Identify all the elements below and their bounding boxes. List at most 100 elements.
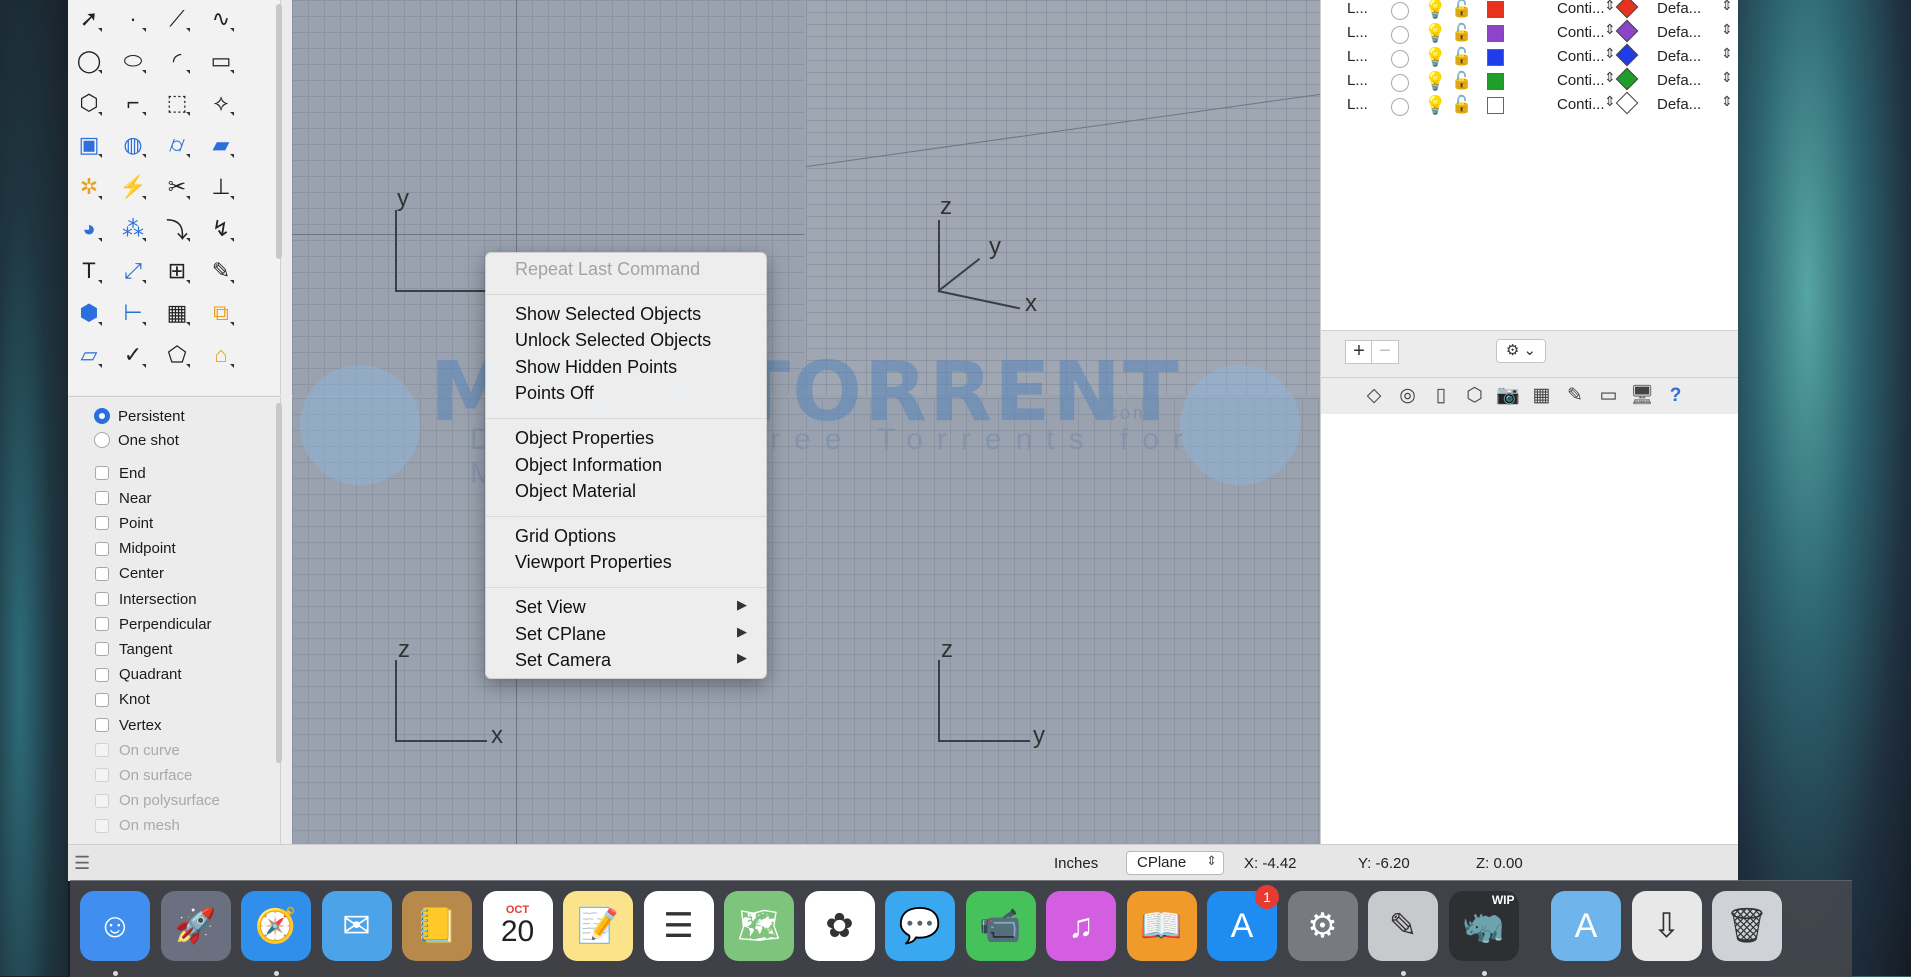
checkbox[interactable] xyxy=(95,617,109,632)
osnap-item-vertex[interactable]: Vertex xyxy=(95,714,162,736)
osnap-scrollbar[interactable] xyxy=(276,403,282,763)
osnap-item-perpendicular[interactable]: Perpendicular xyxy=(95,613,212,635)
layer-row[interactable]: L... 💡 🔓 Conti... ⇕ Defa... ⇕ xyxy=(1321,67,1738,94)
radio-button[interactable] xyxy=(94,408,110,424)
osnap-item-center[interactable]: Center xyxy=(95,563,164,585)
linetype[interactable]: Conti... xyxy=(1557,24,1605,41)
current-layer-radio[interactable] xyxy=(1391,98,1409,116)
lock-icon[interactable]: 🔓 xyxy=(1451,95,1472,115)
checkbox[interactable] xyxy=(95,692,109,707)
surface-pt-icon[interactable]: ⬚ xyxy=(160,86,194,120)
current-layer-radio[interactable] xyxy=(1391,74,1409,92)
updown-chevron-icon[interactable]: ⇕ xyxy=(1604,0,1616,14)
mail-icon[interactable]: ✉ xyxy=(321,891,392,961)
mirror-icon[interactable]: ⧉ xyxy=(204,296,238,330)
checkbox[interactable] xyxy=(95,516,109,531)
layer-row[interactable]: L... 💡 🔓 Conti... ⇕ Defa... ⇕ xyxy=(1321,19,1738,46)
checkbox[interactable] xyxy=(95,718,109,732)
updown-chevron-icon[interactable]: ⇕ xyxy=(1604,93,1616,110)
layer-color-swatch[interactable] xyxy=(1487,97,1504,114)
layer-name[interactable]: L... xyxy=(1347,48,1368,65)
remove-layer-button[interactable]: − xyxy=(1371,340,1399,364)
cube-icon[interactable]: ⬡ xyxy=(1462,384,1488,408)
menu-item-set-view[interactable]: Set View ▶ xyxy=(515,597,765,619)
rebuild-icon[interactable]: ⤵ xyxy=(160,212,194,246)
safari-icon[interactable]: 🧭 xyxy=(241,891,311,961)
object-icon[interactable]: ◎ xyxy=(1395,384,1421,408)
maps-icon[interactable]: 🗺 xyxy=(724,891,794,961)
linetype[interactable]: Conti... xyxy=(1557,96,1605,113)
updown-chevron-icon[interactable]: ⇕ xyxy=(1721,69,1733,86)
boolean-icon[interactable]: ◕ xyxy=(72,212,106,246)
checkbox[interactable] xyxy=(95,466,109,480)
updown-chevron-icon[interactable]: ⇕ xyxy=(1604,45,1616,62)
ibooks-icon[interactable]: 📖 xyxy=(1126,891,1197,961)
visibility-bulb-icon[interactable]: 💡 xyxy=(1424,23,1446,44)
radio-button[interactable] xyxy=(94,432,110,448)
messages-icon[interactable]: 💬 xyxy=(885,891,955,961)
updown-chevron-icon[interactable]: ⇕ xyxy=(1721,21,1733,38)
document-icon[interactable]: ▯ xyxy=(1428,384,1454,408)
checkbox[interactable] xyxy=(95,667,109,682)
layer-row[interactable]: L... 💡 🔓 Conti... ⇕ Defa... ⇕ xyxy=(1321,91,1738,118)
polygon-icon[interactable]: ⬡ xyxy=(72,86,106,120)
menu-item-set-camera[interactable]: Set Camera ▶ xyxy=(515,650,765,672)
material-diamond-icon[interactable] xyxy=(1615,0,1639,19)
osnap-mode-one-shot[interactable]: One shot xyxy=(94,429,179,451)
sphere-icon[interactable]: ◍ xyxy=(116,128,150,162)
checkbox[interactable] xyxy=(95,566,109,581)
app-store-icon[interactable]: A1 xyxy=(1207,885,1279,961)
solid-edit-icon[interactable]: ⬢ xyxy=(72,296,106,330)
material-diamond-icon[interactable] xyxy=(1615,67,1639,91)
print-width[interactable]: Defa... xyxy=(1657,24,1701,41)
material-diamond-icon[interactable] xyxy=(1615,43,1639,67)
print-width[interactable]: Defa... xyxy=(1657,48,1701,65)
launchpad-icon[interactable]: 🚀 xyxy=(160,891,231,961)
arc-icon[interactable]: ◜ xyxy=(160,44,194,78)
help-icon[interactable]: ? xyxy=(1663,384,1689,408)
finder-icon[interactable]: ☺ xyxy=(80,891,150,961)
layer-row[interactable]: L... 💡 🔓 Conti... ⇕ Defa... ⇕ xyxy=(1321,43,1738,70)
layers-icon[interactable]: ◇ xyxy=(1361,384,1387,408)
layer-color-swatch[interactable] xyxy=(1487,1,1504,18)
layer-options-gear-button[interactable]: ⚙ ⌄ xyxy=(1496,339,1546,363)
select-arrow-icon[interactable]: ➚ xyxy=(72,2,106,36)
menu-item-grid-options[interactable]: Grid Options xyxy=(515,526,765,548)
text-icon[interactable]: T xyxy=(72,254,106,288)
osnap-item-knot[interactable]: Knot xyxy=(95,689,150,711)
lock-icon[interactable]: 🔓 xyxy=(1451,47,1472,67)
orient-icon[interactable]: ⌂ xyxy=(204,338,238,372)
layer-name[interactable]: L... xyxy=(1347,0,1368,17)
display-icon[interactable]: 🖥 xyxy=(1629,384,1655,408)
osnap-item-point[interactable]: Point xyxy=(95,512,153,534)
edit-icon[interactable]: ✎ xyxy=(204,254,238,288)
mesh-icon[interactable]: ⬠ xyxy=(160,338,194,372)
add-layer-button[interactable]: + xyxy=(1345,340,1373,364)
lock-icon[interactable]: 🔓 xyxy=(1451,23,1472,43)
menu-item-object-information[interactable]: Object Information xyxy=(515,455,765,477)
material-diamond-icon[interactable] xyxy=(1615,19,1639,43)
linetype[interactable]: Conti... xyxy=(1557,48,1605,65)
photos-icon[interactable]: ✿ xyxy=(804,891,875,961)
circle-icon[interactable]: ◯ xyxy=(72,44,106,78)
camera-icon[interactable]: 📷 xyxy=(1495,384,1521,408)
gear-puzzle-icon[interactable]: ✲ xyxy=(72,170,106,204)
menu-item-points-off[interactable]: Points Off xyxy=(515,383,765,405)
trim-icon[interactable]: ✂ xyxy=(160,170,194,204)
current-layer-radio[interactable] xyxy=(1391,2,1409,20)
toolbox-scrollbar[interactable] xyxy=(276,4,282,259)
grid-icon[interactable]: ▦ xyxy=(1529,384,1555,408)
updown-chevron-icon[interactable]: ⇕ xyxy=(1604,21,1616,38)
applications-folder-icon[interactable]: A xyxy=(1551,891,1621,961)
current-layer-radio[interactable] xyxy=(1391,26,1409,44)
layer-color-swatch[interactable] xyxy=(1487,49,1504,66)
checkbox[interactable] xyxy=(95,642,109,657)
curve-edit-icon[interactable]: ↯ xyxy=(204,212,238,246)
osnap-item-intersection[interactable]: Intersection xyxy=(95,588,197,610)
layer-row[interactable]: L... 💡 🔓 Conti... ⇕ Defa... ⇕ xyxy=(1321,0,1738,22)
reminders-icon[interactable]: ☰ xyxy=(643,891,714,961)
viewport-perspective[interactable]: z y x xyxy=(806,0,1320,395)
polyline-icon[interactable]: ⟋ xyxy=(160,2,194,36)
explode-icon[interactable]: ⚡ xyxy=(116,170,150,204)
layer-color-swatch[interactable] xyxy=(1487,25,1504,42)
